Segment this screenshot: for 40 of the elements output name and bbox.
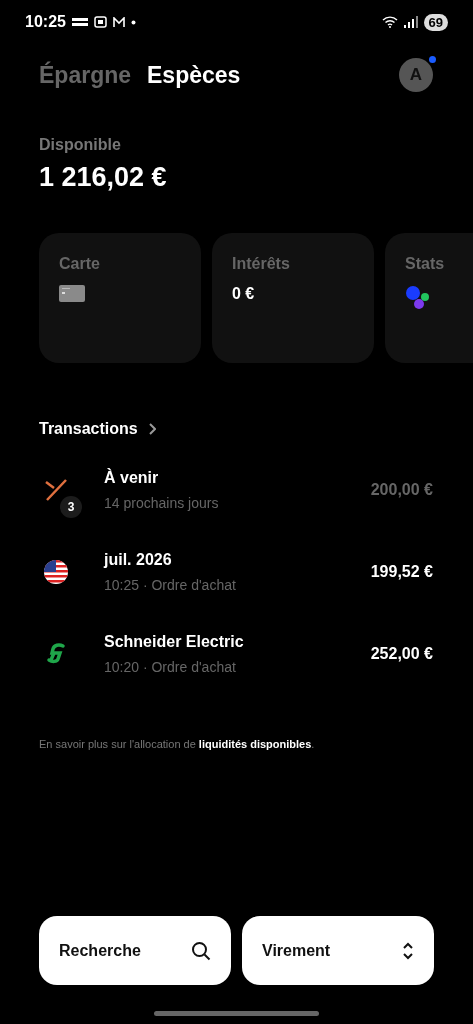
up-down-icon (402, 941, 414, 960)
transaction-amount: 252,00 € (370, 645, 433, 663)
dot-icon (130, 19, 136, 25)
signal-icon (403, 16, 418, 28)
us-flag-icon (43, 559, 69, 585)
card-title: Intérêts (232, 255, 290, 273)
info-text: En savoir plus sur l'allocation de liquidités disponibles. (39, 738, 316, 750)
balance-amount: 1 216,02 € (39, 162, 168, 193)
card-title: Stats (405, 255, 445, 273)
tab[interactable]: Épargne (39, 61, 132, 89)
balance-label: Disponible (39, 136, 122, 154)
action-button[interactable]: Recherche (39, 916, 231, 985)
transaction-amount: 200,00 € (370, 481, 433, 499)
transaction-subtitle: 14 prochains jours (104, 495, 220, 511)
tab[interactable]: Espèces (147, 61, 241, 89)
screenshot-icon (93, 16, 107, 28)
action-button[interactable]: Virement (242, 916, 434, 985)
wifi-icon (381, 16, 398, 28)
transaction-title: Schneider Electric (104, 633, 245, 651)
card-title: Carte (59, 255, 100, 273)
bubbles-icon (405, 285, 429, 309)
transaction-subtitle: 10:20 · Ordre d'achat (104, 659, 237, 675)
transactions-link[interactable]: Transactions (39, 420, 138, 438)
chevron-right-icon (147, 423, 156, 435)
status-time: 10:25 (25, 13, 66, 31)
transaction-row[interactable]: Schneider Electric 10:20 · Ordre d'achat 252,00 € (42, 630, 433, 678)
flag-icon (71, 17, 88, 27)
transaction-title: juil. 2026 (104, 551, 173, 569)
transaction-title: À venir (104, 469, 160, 487)
search-icon (191, 940, 211, 961)
count-badge: 3 (60, 496, 82, 518)
summary-card[interactable]: Intérêts 0 € (212, 233, 374, 363)
mail-icon (112, 16, 125, 28)
bank-card-icon (59, 285, 85, 302)
transaction-subtitle: 10:25 · Ordre d'achat (104, 577, 237, 593)
battery-level: 69 (423, 13, 448, 31)
card-value: 0 € (232, 285, 255, 303)
slash-icon (44, 478, 68, 502)
transaction-row[interactable]: juil. 2026 10:25 · Ordre d'achat 199,52 € (42, 548, 433, 596)
transaction-amount: 199,52 € (370, 563, 433, 581)
